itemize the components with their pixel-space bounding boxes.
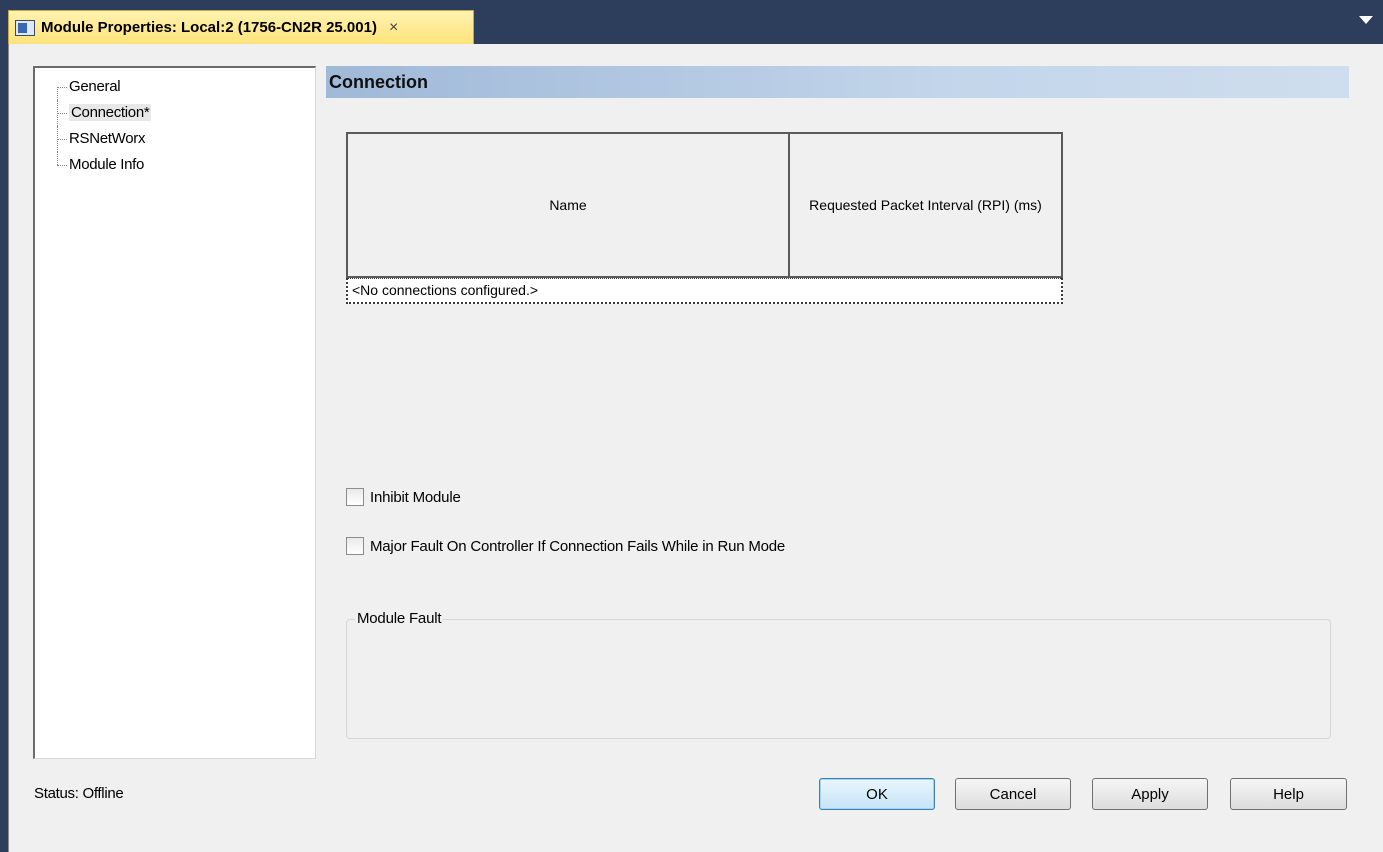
chevron-down-icon[interactable] xyxy=(1359,16,1373,24)
tree-item-module-info[interactable]: Module Info xyxy=(35,152,315,178)
major-fault-label: Major Fault On Controller If Connection … xyxy=(370,537,786,555)
apply-button[interactable]: Apply xyxy=(1092,778,1208,810)
module-fault-label: Module Fault xyxy=(355,610,444,627)
section-title: Connection xyxy=(326,66,1349,98)
column-header-rpi[interactable]: Requested Packet Interval (RPI) (ms) xyxy=(790,134,1063,278)
inhibit-module-label: Inhibit Module xyxy=(370,488,461,506)
tab-title: Module Properties: Local:2 (1756-CN2R 25… xyxy=(41,19,377,36)
tree-item-connection[interactable]: Connection* xyxy=(35,100,315,126)
tree-item-general[interactable]: General xyxy=(35,74,315,100)
grid-header: Name Requested Packet Interval (RPI) (ms… xyxy=(346,132,1063,278)
status-text: Status: Offline xyxy=(34,785,124,802)
tree-item-label: RSNetWorx xyxy=(69,130,146,147)
ok-button[interactable]: OK xyxy=(819,778,935,810)
module-icon xyxy=(15,19,35,36)
module-properties-dialog: General Connection* RSNetWorx Module Inf… xyxy=(8,44,1383,852)
module-fault-group: Module Fault xyxy=(346,610,1331,739)
tree-item-label: Module Info xyxy=(69,156,145,173)
connection-grid[interactable]: Name Requested Packet Interval (RPI) (ms… xyxy=(346,132,1063,304)
category-tree[interactable]: General Connection* RSNetWorx Module Inf… xyxy=(33,66,316,759)
column-header-name[interactable]: Name xyxy=(348,134,790,278)
grid-empty-row[interactable]: <No connections configured.> xyxy=(346,278,1063,304)
cancel-button[interactable]: Cancel xyxy=(955,778,1071,810)
major-fault-checkbox[interactable] xyxy=(346,537,364,555)
tree-item-label: General xyxy=(69,78,121,95)
major-fault-option[interactable]: Major Fault On Controller If Connection … xyxy=(346,537,785,555)
inhibit-module-option[interactable]: Inhibit Module xyxy=(346,488,461,506)
tree-item-label: Connection* xyxy=(69,104,152,121)
close-icon[interactable]: × xyxy=(389,19,398,37)
help-button[interactable]: Help xyxy=(1230,778,1347,810)
tab-module-properties[interactable]: Module Properties: Local:2 (1756-CN2R 25… xyxy=(8,10,474,44)
inhibit-module-checkbox[interactable] xyxy=(346,488,364,506)
tree-item-rsnetworx[interactable]: RSNetWorx xyxy=(35,126,315,152)
tab-strip: Module Properties: Local:2 (1756-CN2R 25… xyxy=(0,0,1383,44)
